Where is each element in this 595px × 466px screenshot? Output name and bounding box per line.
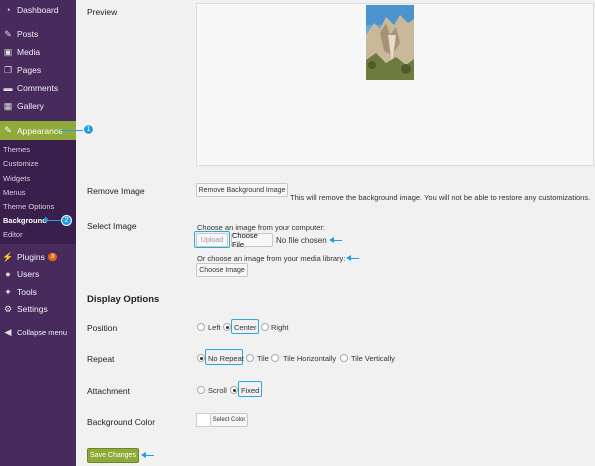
position-label: Position bbox=[87, 323, 118, 333]
brush-icon: ✎ bbox=[4, 125, 12, 135]
choose-library-text: Or choose an image from your media libra… bbox=[197, 254, 346, 263]
plugins-update-badge: 3 bbox=[47, 253, 58, 261]
menu-appearance-label: Appearance bbox=[17, 125, 63, 136]
callout-2-line bbox=[46, 220, 62, 221]
position-center-label: Center bbox=[234, 323, 257, 332]
menu-dashboard-label: Dashboard bbox=[17, 5, 59, 15]
menu-settings-label: Settings bbox=[17, 304, 48, 314]
choose-file-button[interactable]: Choose File bbox=[231, 231, 273, 249]
menu-plugins-label: Plugins bbox=[17, 252, 45, 262]
repeat-none-radio[interactable] bbox=[197, 354, 205, 362]
menu-pages[interactable]: ❐ Pages bbox=[0, 61, 76, 79]
submenu-themes[interactable]: Themes bbox=[3, 145, 30, 154]
upload-button[interactable]: Upload bbox=[196, 233, 228, 247]
menu-tools-label: Tools bbox=[17, 287, 37, 297]
menu-comments[interactable]: ▬ Comments bbox=[0, 79, 76, 97]
collapse-menu-label: Collapse menu bbox=[17, 327, 68, 337]
display-options-heading: Display Options bbox=[87, 294, 160, 305]
arrow-choose-file bbox=[329, 237, 342, 243]
admin-sidebar: ◔ Dashboard ✎ Posts ▣ Media ❐ Pages ▬ Co… bbox=[0, 0, 76, 466]
pin-icon: ✎ bbox=[4, 28, 12, 39]
position-right-radio[interactable] bbox=[261, 323, 269, 331]
menu-posts-label: Posts bbox=[17, 29, 39, 39]
collapse-menu-button[interactable]: ◀ Collapse menu bbox=[0, 323, 76, 341]
color-swatch[interactable] bbox=[196, 413, 210, 427]
menu-settings[interactable]: ⚙ Settings bbox=[0, 300, 76, 318]
submenu-menus[interactable]: Menus bbox=[3, 188, 26, 197]
position-center-radio[interactable] bbox=[223, 323, 231, 331]
dashboard-icon: ◔ bbox=[5, 5, 11, 15]
repeat-none-label: No Repeat bbox=[208, 354, 244, 363]
user-icon: ● bbox=[5, 269, 11, 279]
menu-comments-label: Comments bbox=[17, 83, 59, 93]
background-preview-image bbox=[366, 5, 414, 80]
menu-gallery-label: Gallery bbox=[17, 101, 44, 111]
select-color-button[interactable]: Select Color bbox=[210, 413, 248, 427]
attachment-scroll-radio[interactable] bbox=[197, 386, 205, 394]
settings-icon: ⚙ bbox=[3, 303, 13, 314]
position-right-label: Right bbox=[271, 323, 289, 332]
pages-icon: ❐ bbox=[3, 64, 13, 75]
remove-description: This will remove the background image. Y… bbox=[290, 193, 591, 202]
attachment-fixed-label: Fixed bbox=[241, 386, 260, 395]
submenu-theme-options[interactable]: Theme Options bbox=[3, 202, 54, 211]
repeat-label: Repeat bbox=[87, 354, 115, 364]
menu-tools[interactable]: ✦ Tools bbox=[0, 283, 76, 301]
menu-posts[interactable]: ✎ Posts bbox=[0, 25, 76, 43]
menu-dashboard[interactable]: ◔ Dashboard bbox=[0, 1, 76, 19]
collapse-icon: ◀ bbox=[4, 326, 12, 337]
repeat-tile-vertical-label: Tile Vertically bbox=[351, 354, 395, 363]
wrench-icon: ✦ bbox=[4, 286, 12, 297]
comment-icon: ▬ bbox=[3, 83, 13, 93]
attachment-scroll-label: Scroll bbox=[208, 386, 227, 395]
choose-image-button[interactable]: Choose Image bbox=[196, 263, 248, 277]
menu-pages-label: Pages bbox=[17, 65, 42, 75]
select-image-label: Select Image bbox=[87, 221, 137, 231]
preview-label: Preview bbox=[87, 7, 118, 17]
plugin-icon: ⚡ bbox=[2, 251, 14, 262]
arrow-save bbox=[141, 452, 154, 458]
menu-users-label: Users bbox=[17, 269, 40, 279]
menu-users[interactable]: ● Users bbox=[0, 265, 76, 283]
menu-media[interactable]: ▣ Media bbox=[0, 43, 76, 61]
appearance-submenu: Themes Customize Widgets Menus Theme Opt… bbox=[0, 140, 76, 244]
repeat-tile-vertical-radio[interactable] bbox=[340, 354, 348, 362]
submenu-widgets[interactable]: Widgets bbox=[3, 174, 30, 183]
remove-image-label: Remove Image bbox=[87, 186, 145, 196]
submenu-customize[interactable]: Customize bbox=[3, 159, 38, 168]
callout-2-badge: 2 bbox=[61, 215, 72, 226]
callout-1-line bbox=[60, 130, 84, 131]
attachment-label: Attachment bbox=[87, 386, 130, 396]
submenu-background[interactable]: Background bbox=[3, 216, 47, 225]
callout-1-badge: 1 bbox=[83, 124, 94, 135]
save-changes-button[interactable]: Save Changes bbox=[87, 448, 139, 463]
no-file-chosen-text: No file chosen bbox=[276, 236, 327, 245]
repeat-tile-horizontal-label: Tile Horizontally bbox=[283, 354, 337, 363]
menu-media-label: Media bbox=[17, 47, 41, 57]
attachment-fixed-radio[interactable] bbox=[230, 386, 238, 394]
submenu-editor[interactable]: Editor bbox=[3, 230, 23, 239]
position-left-label: Left bbox=[208, 323, 221, 332]
repeat-tile-label: Tile bbox=[257, 354, 269, 363]
background-color-label: Background Color bbox=[87, 417, 156, 427]
repeat-tile-horizontal-radio[interactable] bbox=[271, 354, 279, 362]
media-icon: ▣ bbox=[3, 46, 13, 57]
menu-plugins[interactable]: ⚡ Plugins 3 bbox=[0, 248, 76, 266]
remove-background-button[interactable]: Remove Background Image bbox=[196, 183, 288, 197]
gallery-icon: ▦ bbox=[3, 100, 13, 111]
position-left-radio[interactable] bbox=[197, 323, 205, 331]
menu-gallery[interactable]: ▦ Gallery bbox=[0, 97, 76, 115]
arrow-library bbox=[346, 255, 359, 261]
repeat-tile-radio[interactable] bbox=[246, 354, 254, 362]
